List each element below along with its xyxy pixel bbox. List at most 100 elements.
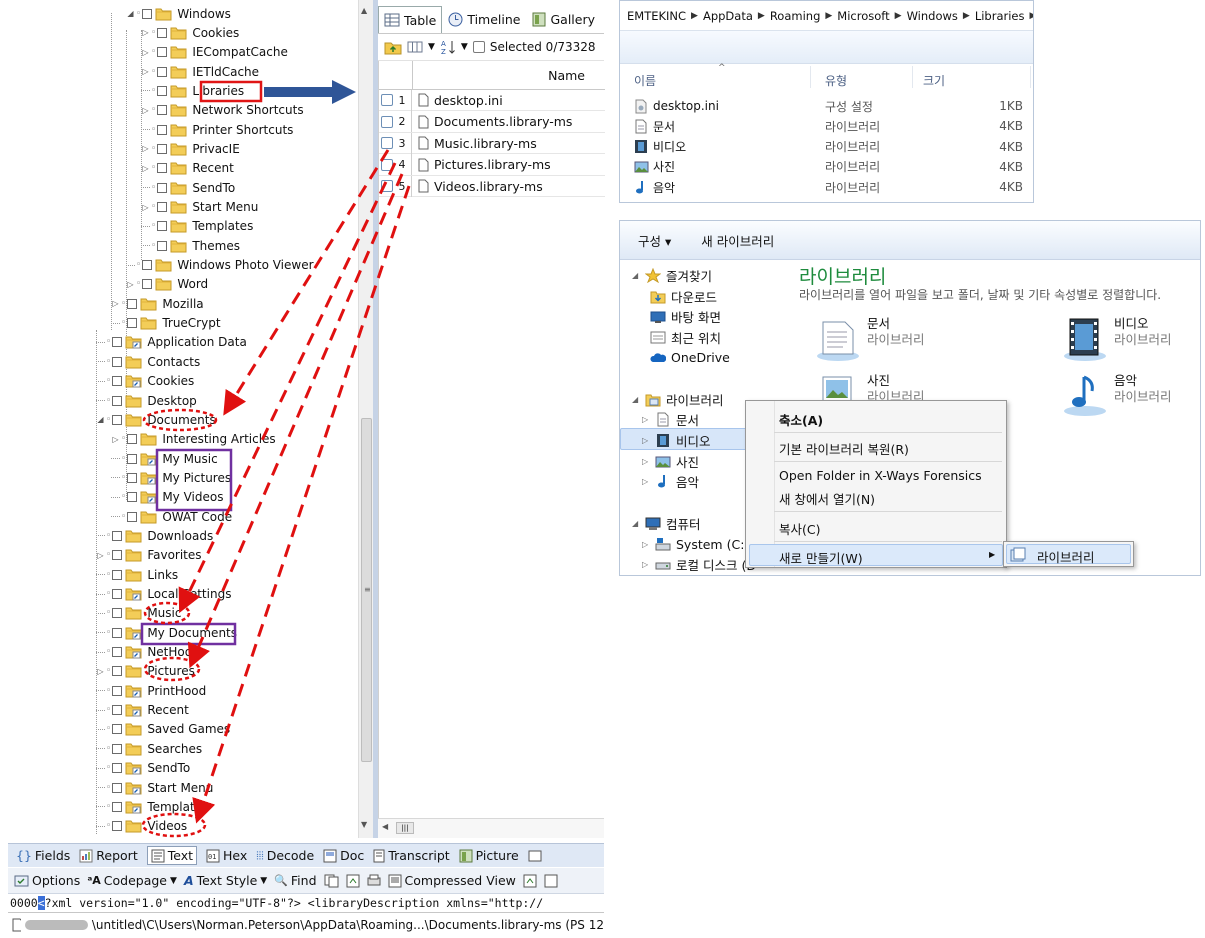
tree-checkbox[interactable] [142,8,153,19]
tree-item[interactable]: ◦ SendTo [141,178,235,197]
column-size[interactable]: 크기 [923,72,945,89]
collapse-icon[interactable]: ◢ [126,9,135,18]
tree-item[interactable]: ◦ NetHood [96,643,200,662]
expand-icon[interactable]: ▷ [141,203,150,212]
tree-checkbox[interactable] [112,376,123,387]
tree-item[interactable]: ◦ Templates [141,217,253,236]
tab-doc[interactable]: Doc [323,848,364,863]
table-hscrollbar[interactable]: ◀ ||| [378,818,604,838]
column-type[interactable]: 유형 [825,72,847,89]
expand-icon[interactable]: ▷ [141,144,150,153]
row-checkbox[interactable] [381,115,393,128]
nav-desktop[interactable]: 바탕 화면 [650,306,721,326]
tree-checkbox[interactable] [112,685,123,696]
tree-item[interactable]: ▷ ◦ Interesting Articles [111,430,275,449]
tree-checkbox[interactable] [157,47,168,58]
nav-up-button[interactable] [523,874,537,888]
table-row[interactable]: 5 Videos.library-ms [379,175,605,197]
tree-checkbox[interactable] [127,492,138,503]
tree-item[interactable]: ◦ TrueCrypt [111,314,221,333]
tree-checkbox[interactable] [112,627,123,638]
tree-checkbox[interactable] [157,85,168,96]
nav-libraries[interactable]: ◢ 라이브러리 [632,389,724,409]
menu-collapse[interactable]: 축소(A) [779,410,823,429]
tree-item[interactable]: ▷ ◦ Network Shortcuts [141,101,303,120]
copy-button[interactable] [324,874,339,888]
row-checkbox[interactable] [381,94,393,106]
sort-az-icon[interactable]: AZ [440,39,456,55]
scroll-down-icon[interactable]: ▼ [361,820,367,829]
expand-icon[interactable]: ▷ [141,67,150,76]
file-row[interactable]: desktop.ini 구성 설정 1KB [620,96,1033,116]
expand-icon[interactable]: ▷ [642,560,650,569]
folder-up-icon[interactable] [384,39,402,55]
tree-checkbox[interactable] [157,143,168,154]
breadcrumb-item[interactable]: EMTEKINC [627,9,686,23]
expand-icon[interactable]: ▷ [642,436,650,445]
file-row[interactable]: 음악 라이브러리 4KB [620,177,1033,197]
sort-dropdown-icon[interactable]: ▼ [461,42,468,52]
nav-lib-pictures[interactable]: ▷ 사진 [642,451,699,471]
file-row[interactable]: 사진 라이브러리 4KB [620,157,1033,177]
tree-item[interactable]: ◦ SendTo [96,759,190,778]
tree-checkbox[interactable] [112,589,123,599]
codepage-button[interactable]: ᵃA Codepage ▼ [87,873,177,888]
expand-icon[interactable]: ▷ [111,299,120,308]
tree-item[interactable]: ◦ Videos [96,817,187,836]
breadcrumb-chevron-icon[interactable]: ▶ [895,11,902,21]
nav-downloads[interactable]: 다운로드 [650,286,717,306]
compressed-view-button[interactable]: Compressed View [388,873,516,888]
tree-checkbox[interactable] [157,105,168,116]
tree-item[interactable]: ▷ ◦ PrivacIE [141,139,239,158]
tab-more[interactable] [528,849,542,863]
tree-item[interactable]: ◦ Themes [141,236,240,255]
nav-lib-videos[interactable]: ▷ 비디오 [642,430,711,450]
collapse-icon[interactable]: ◢ [632,271,640,280]
tree-checkbox[interactable] [157,182,168,193]
nav-next-button[interactable] [544,874,558,888]
breadcrumb-chevron-icon[interactable]: ▶ [758,11,765,21]
nav-lib-music[interactable]: ▷ 음악 [642,471,699,491]
tree-item[interactable]: ◦ Contacts [96,352,200,371]
text-style-button[interactable]: A Text Style ▼ [184,873,267,888]
tree-checkbox[interactable] [112,705,123,716]
tree-item[interactable]: ◢ ◦ Windows [126,4,230,23]
tree-item[interactable]: ▷ ◦ IETldCache [141,62,259,81]
tree-item[interactable]: ▷ ◦ Favorites [96,546,201,565]
expand-icon[interactable]: ▷ [126,280,135,289]
tree-item[interactable]: ◦ Windows Photo Viewer [126,256,314,275]
nav-favorites[interactable]: ◢ 즐겨찾기 [632,265,712,285]
tree-item[interactable]: ▷ ◦ Cookies [141,23,239,42]
tree-checkbox[interactable] [157,221,168,232]
tree-checkbox[interactable] [112,782,123,793]
tree-checkbox[interactable] [112,647,123,658]
tree-checkbox[interactable] [112,821,123,832]
tab-gallery[interactable]: Gallery [526,6,601,33]
tree-item[interactable]: ◦ Downloads [96,526,213,545]
tree-item[interactable]: ◦ Local Settings [96,585,231,604]
tree-item[interactable]: ◦ PrintHood [96,681,206,700]
tree-item[interactable]: ◦ Printer Shortcuts [141,120,293,139]
menu-copy[interactable]: 복사(C) [779,519,820,538]
organize-button[interactable]: 구성 ▾ [638,231,671,250]
tree-item[interactable]: ▷ ◦ IECompatCache [141,43,287,62]
tree-checkbox[interactable] [157,66,168,77]
collapse-icon[interactable]: ◢ [632,395,640,404]
column-name[interactable]: 이름 [634,72,656,89]
tree-checkbox[interactable] [127,453,138,464]
breadcrumb-item[interactable]: Microsoft [837,9,889,23]
tab-text[interactable]: Text [146,846,197,865]
tree-item[interactable]: ▷ ◦ Recent [141,159,233,178]
options-button[interactable]: Options [14,873,80,888]
scroll-up-icon[interactable]: ▲ [361,6,367,15]
breadcrumb-item[interactable]: Roaming [770,9,821,23]
expand-icon[interactable]: ▷ [141,28,150,37]
nav-drive-c[interactable]: ▷ System (C:) [642,534,749,554]
nav-lib-documents[interactable]: ▷ 문서 [642,409,699,429]
tree-item[interactable]: ◢ ◦ Documents [96,410,215,429]
tab-timeline[interactable]: Timeline [442,6,526,33]
tree-checkbox[interactable] [112,724,123,735]
tree-checkbox[interactable] [112,569,123,580]
tree-checkbox[interactable] [157,163,168,174]
tree-item[interactable]: ▷ ◦ Mozilla [111,294,203,313]
